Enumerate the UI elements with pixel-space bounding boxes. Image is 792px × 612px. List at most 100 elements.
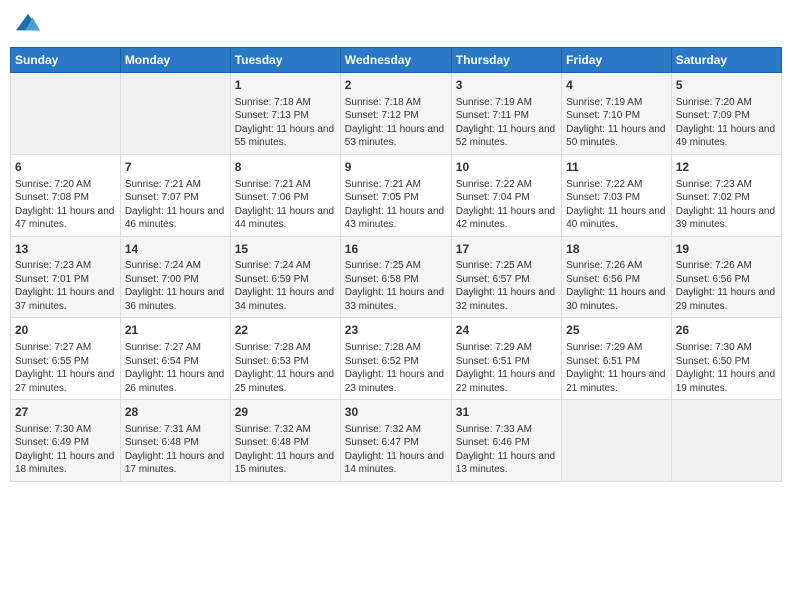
- calendar-day-cell: 19Sunrise: 7:26 AMSunset: 6:56 PMDayligh…: [671, 236, 781, 318]
- day-info: Sunrise: 7:18 AMSunset: 7:12 PMDaylight:…: [345, 96, 447, 150]
- calendar-day-cell: 29Sunrise: 7:32 AMSunset: 6:48 PMDayligh…: [230, 400, 340, 482]
- calendar-day-cell: 6 Sunrise: 7:20 AMSunset: 7:08 PMDaylight…: [11, 154, 121, 236]
- day-info: Sunrise: 7:28 AMSunset: 6:53 PMDaylight:…: [235, 341, 336, 395]
- calendar-day-cell: 15Sunrise: 7:24 AMSunset: 6:59 PMDayligh…: [230, 236, 340, 318]
- calendar-day-cell: 27 Sunrise: 7:30 AMSunset: 6:49 PMDayligh…: [11, 400, 121, 482]
- day-of-week-header: Friday: [562, 48, 672, 73]
- day-of-week-header: Wednesday: [340, 48, 451, 73]
- calendar-week-row: 6 Sunrise: 7:20 AMSunset: 7:08 PMDaylight…: [11, 154, 782, 236]
- calendar-week-row: 13Sunrise: 7:23 AMSunset: 7:01 PMDayligh…: [11, 236, 782, 318]
- day-info: Sunrise: 7:23 AMSunset: 7:01 PMDaylight:…: [15, 259, 116, 313]
- day-info: Sunrise: 7:24 AMSunset: 6:59 PMDaylight:…: [235, 259, 336, 313]
- day-number: 30: [345, 404, 447, 421]
- day-info: Sunrise: 7:19 AMSunset: 7:11 PMDaylight:…: [456, 96, 557, 150]
- day-info: Sunrise: 7:25 AMSunset: 6:58 PMDaylight:…: [345, 259, 447, 313]
- calendar-day-cell: 12 Sunrise: 7:23 AMSunset: 7:02 PMDayligh…: [671, 154, 781, 236]
- calendar-week-row: 27 Sunrise: 7:30 AMSunset: 6:49 PMDayligh…: [11, 400, 782, 482]
- day-number: 3: [456, 77, 557, 94]
- day-number: 21: [125, 322, 226, 339]
- calendar-day-cell: 16Sunrise: 7:25 AMSunset: 6:58 PMDayligh…: [340, 236, 451, 318]
- day-of-week-header: Monday: [120, 48, 230, 73]
- day-number: 16: [345, 241, 447, 258]
- day-number: 4: [566, 77, 667, 94]
- day-number: 6: [15, 159, 116, 176]
- day-number: 12: [676, 159, 777, 176]
- day-info: Sunrise: 7:20 AMSunset: 7:09 PMDaylight:…: [676, 96, 777, 150]
- calendar-day-cell: 18Sunrise: 7:26 AMSunset: 6:56 PMDayligh…: [562, 236, 672, 318]
- calendar-day-cell: [120, 73, 230, 155]
- day-info: Sunrise: 7:28 AMSunset: 6:52 PMDaylight:…: [345, 341, 447, 395]
- logo: [14, 10, 42, 39]
- day-number: 31: [456, 404, 557, 421]
- day-number: 11: [566, 159, 667, 176]
- day-of-week-header: Saturday: [671, 48, 781, 73]
- day-number: 8: [235, 159, 336, 176]
- calendar-day-cell: 2 Sunrise: 7:18 AMSunset: 7:12 PMDaylight…: [340, 73, 451, 155]
- day-number: 15: [235, 241, 336, 258]
- day-number: 29: [235, 404, 336, 421]
- day-info: Sunrise: 7:29 AMSunset: 6:51 PMDaylight:…: [456, 341, 557, 395]
- calendar-day-cell: 31 Sunrise: 7:33 AMSunset: 6:46 PMDayligh…: [451, 400, 561, 482]
- calendar-day-cell: 11 Sunrise: 7:22 AMSunset: 7:03 PMDayligh…: [562, 154, 672, 236]
- calendar-day-cell: 1Sunrise: 7:18 AMSunset: 7:13 PMDaylight…: [230, 73, 340, 155]
- calendar-day-cell: 23 Sunrise: 7:28 AMSunset: 6:52 PMDayligh…: [340, 318, 451, 400]
- day-info: Sunrise: 7:27 AMSunset: 6:54 PMDaylight:…: [125, 341, 226, 395]
- calendar-week-row: 20 Sunrise: 7:27 AMSunset: 6:55 PMDayligh…: [11, 318, 782, 400]
- day-info: Sunrise: 7:26 AMSunset: 6:56 PMDaylight:…: [566, 259, 667, 313]
- day-info: Sunrise: 7:24 AMSunset: 7:00 PMDaylight:…: [125, 259, 226, 313]
- calendar-day-cell: 20 Sunrise: 7:27 AMSunset: 6:55 PMDayligh…: [11, 318, 121, 400]
- calendar-day-cell: 9 Sunrise: 7:21 AMSunset: 7:05 PMDaylight…: [340, 154, 451, 236]
- calendar-day-cell: 28 Sunrise: 7:31 AMSunset: 6:48 PMDayligh…: [120, 400, 230, 482]
- day-info: Sunrise: 7:29 AMSunset: 6:51 PMDaylight:…: [566, 341, 667, 395]
- day-number: 28: [125, 404, 226, 421]
- day-number: 17: [456, 241, 557, 258]
- day-info: Sunrise: 7:25 AMSunset: 6:57 PMDaylight:…: [456, 259, 557, 313]
- day-number: 22: [235, 322, 336, 339]
- calendar-day-cell: [671, 400, 781, 482]
- calendar-week-row: 1Sunrise: 7:18 AMSunset: 7:13 PMDaylight…: [11, 73, 782, 155]
- calendar-day-cell: 17Sunrise: 7:25 AMSunset: 6:57 PMDayligh…: [451, 236, 561, 318]
- day-number: 1: [235, 77, 336, 94]
- day-number: 10: [456, 159, 557, 176]
- day-info: Sunrise: 7:21 AMSunset: 7:05 PMDaylight:…: [345, 178, 447, 232]
- day-info: Sunrise: 7:33 AMSunset: 6:46 PMDaylight:…: [456, 423, 557, 477]
- day-info: Sunrise: 7:32 AMSunset: 6:47 PMDaylight:…: [345, 423, 447, 477]
- day-number: 26: [676, 322, 777, 339]
- day-number: 20: [15, 322, 116, 339]
- day-info: Sunrise: 7:21 AMSunset: 7:07 PMDaylight:…: [125, 178, 226, 232]
- calendar-day-cell: [562, 400, 672, 482]
- day-number: 7: [125, 159, 226, 176]
- day-number: 18: [566, 241, 667, 258]
- day-info: Sunrise: 7:22 AMSunset: 7:04 PMDaylight:…: [456, 178, 557, 232]
- calendar-header-row: SundayMondayTuesdayWednesdayThursdayFrid…: [11, 48, 782, 73]
- calendar-day-cell: 14Sunrise: 7:24 AMSunset: 7:00 PMDayligh…: [120, 236, 230, 318]
- day-info: Sunrise: 7:20 AMSunset: 7:08 PMDaylight:…: [15, 178, 116, 232]
- calendar-day-cell: 3 Sunrise: 7:19 AMSunset: 7:11 PMDaylight…: [451, 73, 561, 155]
- calendar-day-cell: 5 Sunrise: 7:20 AMSunset: 7:09 PMDaylight…: [671, 73, 781, 155]
- calendar-day-cell: 10 Sunrise: 7:22 AMSunset: 7:04 PMDayligh…: [451, 154, 561, 236]
- calendar-day-cell: 22 Sunrise: 7:28 AMSunset: 6:53 PMDayligh…: [230, 318, 340, 400]
- calendar-day-cell: 30 Sunrise: 7:32 AMSunset: 6:47 PMDayligh…: [340, 400, 451, 482]
- day-info: Sunrise: 7:23 AMSunset: 7:02 PMDaylight:…: [676, 178, 777, 232]
- day-of-week-header: Tuesday: [230, 48, 340, 73]
- calendar-day-cell: 26Sunrise: 7:30 AMSunset: 6:50 PMDayligh…: [671, 318, 781, 400]
- day-number: 25: [566, 322, 667, 339]
- day-info: Sunrise: 7:22 AMSunset: 7:03 PMDaylight:…: [566, 178, 667, 232]
- page-header: [10, 10, 782, 39]
- calendar-day-cell: 24 Sunrise: 7:29 AMSunset: 6:51 PMDayligh…: [451, 318, 561, 400]
- day-number: 2: [345, 77, 447, 94]
- day-number: 24: [456, 322, 557, 339]
- day-number: 19: [676, 241, 777, 258]
- day-info: Sunrise: 7:31 AMSunset: 6:48 PMDaylight:…: [125, 423, 226, 477]
- day-number: 9: [345, 159, 447, 176]
- day-number: 13: [15, 241, 116, 258]
- logo-icon: [14, 12, 42, 34]
- day-number: 27: [15, 404, 116, 421]
- day-number: 23: [345, 322, 447, 339]
- calendar-day-cell: [11, 73, 121, 155]
- day-of-week-header: Sunday: [11, 48, 121, 73]
- day-number: 5: [676, 77, 777, 94]
- day-info: Sunrise: 7:27 AMSunset: 6:55 PMDaylight:…: [15, 341, 116, 395]
- day-number: 14: [125, 241, 226, 258]
- day-info: Sunrise: 7:30 AMSunset: 6:49 PMDaylight:…: [15, 423, 116, 477]
